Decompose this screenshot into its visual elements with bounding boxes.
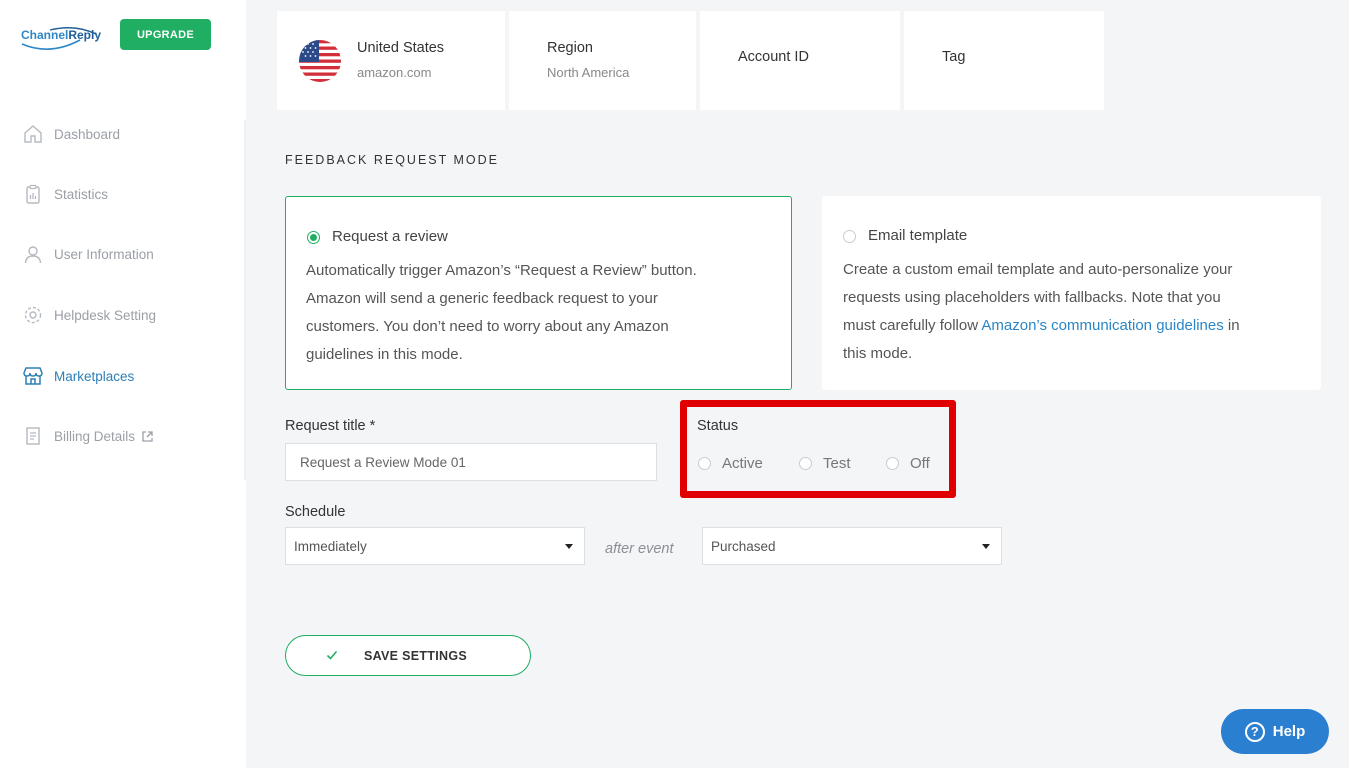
- section-title: FEEDBACK REQUEST MODE: [285, 153, 500, 167]
- sidebar-divider: [244, 120, 246, 480]
- gear-icon: [22, 304, 44, 326]
- status-highlight-box: [680, 400, 956, 498]
- check-icon: [326, 650, 338, 660]
- help-button[interactable]: ? Help: [1221, 709, 1329, 754]
- request-title-input[interactable]: Request a Review Mode 01: [285, 443, 657, 481]
- external-link-icon: [142, 430, 153, 442]
- logo-part2: Reply: [68, 28, 102, 42]
- mode-card-email-template[interactable]: Email template Create a custom email tem…: [822, 196, 1321, 390]
- sidebar-item-user-information[interactable]: User Information: [22, 241, 154, 267]
- schedule-label: Schedule: [285, 504, 346, 520]
- caret-down-icon: [565, 544, 573, 549]
- receipt-icon: [22, 425, 44, 447]
- request-title-label: Request title *: [285, 418, 376, 434]
- event-select[interactable]: Purchased: [702, 527, 1002, 565]
- status-option-test[interactable]: Test: [799, 453, 851, 473]
- help-label: Help: [1272, 723, 1306, 740]
- request-review-radio[interactable]: [307, 231, 320, 244]
- sidebar-item-label: Marketplaces: [54, 368, 135, 384]
- sidebar-item-label: Helpdesk Setting: [54, 307, 157, 323]
- communication-guidelines-link[interactable]: Amazon’s communication guidelines: [981, 317, 1223, 334]
- after-event-text: after event: [605, 541, 674, 557]
- account-id-card: Account ID: [700, 11, 900, 110]
- user-icon: [22, 243, 44, 265]
- region-value: North America: [547, 65, 630, 80]
- sidebar-item-marketplaces[interactable]: Marketplaces: [22, 363, 134, 389]
- sidebar-item-dashboard[interactable]: Dashboard: [22, 121, 120, 147]
- clipboard-chart-icon: [22, 183, 44, 205]
- mode-description: Create a custom email template and auto-…: [843, 261, 1240, 362]
- home-icon: [22, 123, 44, 145]
- sidebar-item-statistics[interactable]: Statistics: [22, 181, 108, 207]
- sidebar-item-label: Dashboard: [54, 126, 121, 142]
- marketplace-domain: amazon.com: [357, 65, 432, 80]
- sidebar: ChannelReply UPGRADE Dashboard Statistic…: [0, 0, 246, 768]
- tag-label: Tag: [942, 49, 966, 65]
- logo-part1: Channel: [21, 28, 69, 42]
- sidebar-item-label: Billing Details: [54, 428, 136, 444]
- schedule-select[interactable]: Immediately: [285, 527, 585, 565]
- status-active-radio[interactable]: [698, 456, 711, 470]
- sidebar-item-helpdesk-setting[interactable]: Helpdesk Setting: [22, 302, 156, 328]
- status-option-active[interactable]: Active: [698, 453, 763, 473]
- account-id-label: Account ID: [738, 49, 809, 65]
- mode-card-request-review[interactable]: Request a review Automatically trigger A…: [285, 196, 792, 390]
- region-card: Region North America: [509, 11, 696, 110]
- mode-label: Request a review: [332, 228, 448, 245]
- caret-down-icon: [982, 544, 990, 549]
- status-label: Status: [697, 418, 739, 434]
- save-settings-label: SAVE SETTINGS: [364, 649, 467, 663]
- question-icon: ?: [1244, 721, 1265, 742]
- tag-card: Tag: [904, 11, 1104, 110]
- save-settings-button[interactable]: SAVE SETTINGS: [285, 635, 531, 676]
- email-template-radio[interactable]: [843, 230, 856, 243]
- upgrade-button[interactable]: UPGRADE: [120, 19, 211, 50]
- country-name: United States: [357, 40, 445, 56]
- sidebar-item-billing-details[interactable]: Billing Details: [22, 423, 153, 449]
- marketplace-country-card: United States amazon.com: [277, 11, 505, 110]
- mode-label: Email template: [868, 227, 968, 244]
- channelreply-logo[interactable]: ChannelReply: [20, 26, 102, 54]
- sidebar-item-label: User Information: [54, 246, 154, 262]
- region-label: Region: [547, 40, 593, 56]
- status-off-radio[interactable]: [886, 456, 899, 470]
- mode-description: Automatically trigger Amazon’s “Request …: [306, 262, 697, 363]
- status-test-radio[interactable]: [799, 456, 812, 470]
- store-icon: [22, 365, 44, 387]
- status-option-off[interactable]: Off: [886, 453, 930, 473]
- us-flag-icon: [299, 40, 341, 82]
- sidebar-item-label: Statistics: [54, 186, 109, 202]
